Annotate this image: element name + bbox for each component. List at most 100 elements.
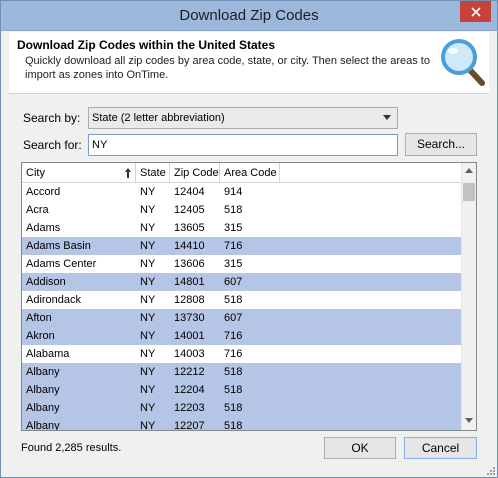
table-row[interactable]: Adams Basin NY 14410 716: [22, 237, 461, 255]
cell-zip: 14801: [174, 276, 205, 288]
table-row[interactable]: Alabama NY 14003 716: [22, 345, 461, 363]
cell-state: NY: [140, 186, 156, 198]
grid-rows: Accord NY 12404 914 Acra NY 12405 518 Adams NY 136…: [22, 183, 461, 431]
cell-area: 716: [224, 330, 243, 342]
table-row[interactable]: Adirondack NY 12808 518: [22, 291, 461, 309]
cell-state: NY: [140, 240, 156, 252]
column-header-city-label: City: [26, 167, 45, 179]
table-row[interactable]: Albany NY 12204 518: [22, 381, 461, 399]
table-row[interactable]: Addison NY 14801 607: [22, 273, 461, 291]
header-title: Download Zip Codes within the United Sta…: [17, 38, 276, 52]
cell-city: Albany: [26, 402, 60, 414]
cell-city: Acra: [26, 204, 49, 216]
cell-area: 518: [224, 384, 243, 396]
header-description: Quickly download all zip codes by area c…: [25, 55, 430, 81]
cell-state: NY: [140, 222, 156, 234]
window-title: Download Zip Codes: [179, 7, 319, 24]
cell-area: 518: [224, 420, 243, 431]
status-text: Found 2,285 results.: [21, 442, 122, 454]
cell-area: 518: [224, 294, 243, 306]
cell-zip: 13605: [174, 222, 205, 234]
cell-city: Adams Center: [26, 258, 97, 270]
cell-city: Adirondack: [26, 294, 82, 306]
close-button[interactable]: [460, 1, 491, 22]
cell-area: 914: [224, 186, 243, 198]
cell-city: Afton: [26, 312, 52, 324]
cell-zip: 12808: [174, 294, 205, 306]
search-for-label: Search for:: [23, 138, 82, 152]
table-row[interactable]: Adams Center NY 13606 315: [22, 255, 461, 273]
title-bar[interactable]: Download Zip Codes: [1, 1, 497, 31]
column-header-area[interactable]: Area Code: [220, 163, 280, 183]
search-by-value: State (2 letter abbreviation): [92, 112, 225, 124]
cell-state: NY: [140, 312, 156, 324]
close-icon: [470, 6, 481, 17]
search-by-select[interactable]: State (2 letter abbreviation): [88, 107, 398, 129]
cell-zip: 12404: [174, 186, 205, 198]
scroll-thumb[interactable]: [463, 183, 475, 201]
resize-grip-icon[interactable]: [487, 467, 496, 476]
column-header-zip[interactable]: Zip Code: [170, 163, 220, 183]
cell-area: 315: [224, 258, 243, 270]
cell-state: NY: [140, 294, 156, 306]
cell-zip: 14410: [174, 240, 205, 252]
cell-state: NY: [140, 348, 156, 360]
cell-city: Akron: [26, 330, 55, 342]
cancel-button[interactable]: Cancel: [404, 437, 477, 459]
cell-area: 607: [224, 312, 243, 324]
column-header-state[interactable]: State: [136, 163, 170, 183]
search-for-input[interactable]: NY: [88, 134, 398, 156]
cell-state: NY: [140, 384, 156, 396]
cell-area: 716: [224, 240, 243, 252]
table-row[interactable]: Albany NY 12207 518: [22, 417, 461, 431]
cell-area: 716: [224, 348, 243, 360]
table-row[interactable]: Adams NY 13605 315: [22, 219, 461, 237]
cell-city: Adams: [26, 222, 61, 234]
vertical-scrollbar[interactable]: [461, 163, 476, 430]
cell-state: NY: [140, 258, 156, 270]
cell-zip: 12203: [174, 402, 205, 414]
cell-city: Albany: [26, 420, 60, 431]
cell-area: 518: [224, 204, 243, 216]
cell-state: NY: [140, 330, 156, 342]
column-header-city[interactable]: City: [22, 163, 136, 183]
table-row[interactable]: Albany NY 12212 518: [22, 363, 461, 381]
cell-zip: 12212: [174, 366, 205, 378]
cell-area: 315: [224, 222, 243, 234]
cell-city: Albany: [26, 366, 60, 378]
cell-city: Accord: [26, 186, 61, 198]
cell-state: NY: [140, 276, 156, 288]
table-row[interactable]: Akron NY 14001 716: [22, 327, 461, 345]
sort-up-icon: [125, 168, 131, 178]
cell-zip: 14001: [174, 330, 205, 342]
table-row[interactable]: Accord NY 12404 914: [22, 183, 461, 201]
ok-button[interactable]: OK: [324, 437, 396, 459]
cell-city: Albany: [26, 384, 60, 396]
cell-zip: 12207: [174, 420, 205, 431]
table-row[interactable]: Acra NY 12405 518: [22, 201, 461, 219]
cell-zip: 13606: [174, 258, 205, 270]
cell-area: 607: [224, 276, 243, 288]
cell-area: 518: [224, 402, 243, 414]
dialog-window: Download Zip Codes Download Zip Codes wi…: [0, 0, 498, 478]
cell-zip: 14003: [174, 348, 205, 360]
dropdown-arrow-icon: [383, 115, 391, 120]
cell-state: NY: [140, 420, 156, 431]
header-panel: Download Zip Codes within the United Sta…: [9, 32, 489, 94]
cell-city: Alabama: [26, 348, 70, 360]
cell-zip: 12204: [174, 384, 205, 396]
scroll-down-icon[interactable]: [465, 418, 473, 423]
table-row[interactable]: Afton NY 13730 607: [22, 309, 461, 327]
cell-zip: 12405: [174, 204, 205, 216]
grid-header: City State Zip Code Area Code: [22, 163, 461, 183]
cell-state: NY: [140, 204, 156, 216]
cell-city: Addison: [26, 276, 66, 288]
table-row[interactable]: Albany NY 12203 518: [22, 399, 461, 417]
scroll-up-icon[interactable]: [465, 168, 473, 173]
cell-city: Adams Basin: [26, 240, 91, 252]
cell-zip: 13730: [174, 312, 205, 324]
results-grid[interactable]: City State Zip Code Area Code Accord NY 12…: [21, 162, 477, 431]
search-button[interactable]: Search...: [405, 133, 477, 156]
cell-state: NY: [140, 366, 156, 378]
cell-area: 518: [224, 366, 243, 378]
